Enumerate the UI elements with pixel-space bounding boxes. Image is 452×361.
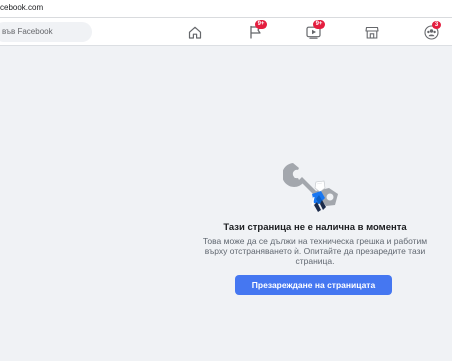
marketplace-icon <box>365 26 379 39</box>
facebook-header: във Facebook 9+ 9+ 3 <box>0 18 452 46</box>
home-icon <box>188 26 202 39</box>
search-input[interactable]: във Facebook <box>0 22 92 42</box>
watch-badge: 9+ <box>313 20 325 29</box>
nav-home-button[interactable] <box>186 23 204 41</box>
nav-watch-button[interactable]: 9+ <box>304 20 325 41</box>
groups-badge: 3 <box>432 21 441 29</box>
url-text: cebook.com <box>0 3 44 12</box>
browser-address-bar[interactable]: cebook.com <box>0 0 452 18</box>
error-title: Тази страница не е налична в момента <box>223 222 407 233</box>
nav-marketplace-button[interactable] <box>363 23 381 41</box>
error-description: Това може да се дължи на техническа греш… <box>202 236 428 266</box>
nav-pages-button[interactable]: 9+ <box>246 20 267 41</box>
pages-badge: 9+ <box>255 20 267 29</box>
search-placeholder: във Facebook <box>2 27 53 36</box>
nav-groups-button[interactable]: 3 <box>422 21 441 41</box>
wrench-and-broken-connector-illustration <box>283 163 338 212</box>
reload-page-button[interactable]: Презареждане на страницата <box>235 275 392 295</box>
